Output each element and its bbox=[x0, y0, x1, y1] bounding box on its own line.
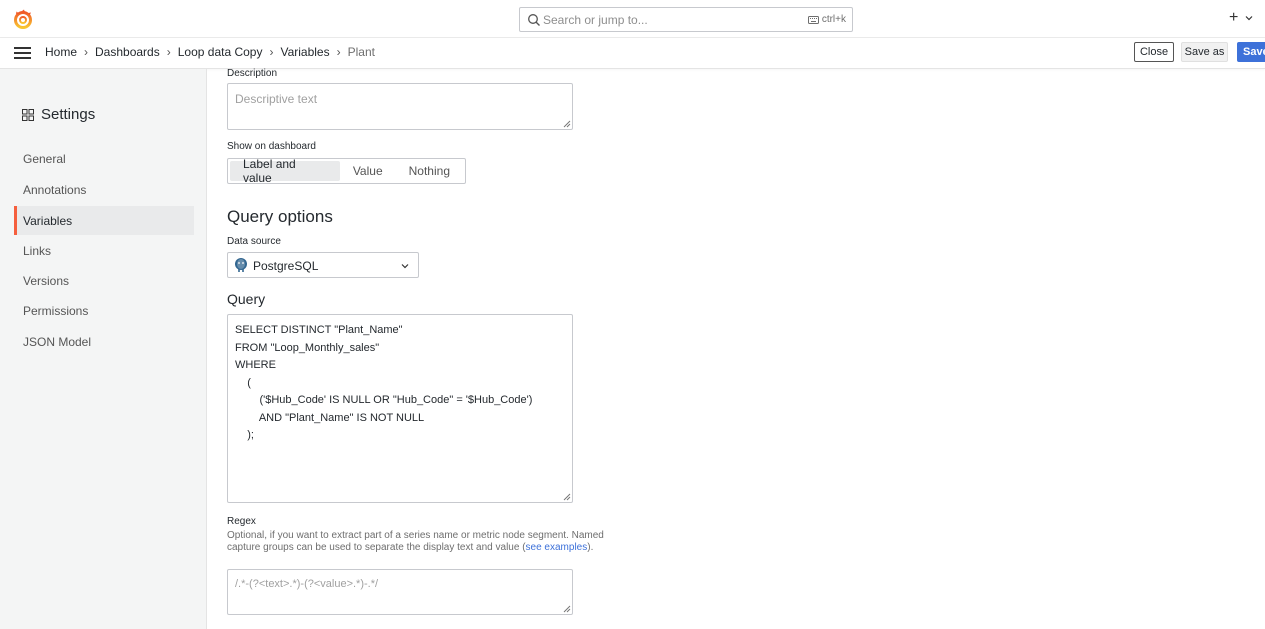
variable-editor: Description Descriptive text Show on das… bbox=[207, 68, 1265, 629]
apps-icon bbox=[22, 108, 34, 121]
data-source-label: Data source bbox=[227, 236, 281, 247]
breadcrumb-separator-icon: › bbox=[269, 45, 274, 59]
breadcrumb-separator-icon: › bbox=[84, 45, 89, 59]
query-options-title: Query options bbox=[227, 207, 333, 226]
option-value[interactable]: Value bbox=[340, 161, 396, 181]
sidebar-item-links[interactable]: Links bbox=[14, 236, 194, 265]
close-button[interactable]: Close bbox=[1134, 42, 1174, 62]
breadcrumb-bar: Home › Dashboards › Loop data Copy › Var… bbox=[0, 38, 1265, 69]
resize-handle-icon[interactable] bbox=[563, 493, 571, 501]
keyboard-icon bbox=[807, 15, 819, 24]
search-placeholder: Search or jump to... bbox=[543, 13, 648, 27]
search-icon bbox=[528, 14, 540, 26]
regex-label: Regex bbox=[227, 516, 256, 527]
regex-placeholder: /.*-(?<text>.*)-(?<value>.*)-.*/ bbox=[235, 578, 379, 590]
new-button[interactable]: + bbox=[1229, 10, 1238, 26]
grafana-logo-icon[interactable] bbox=[13, 9, 33, 29]
search-box[interactable]: Search or jump to... ctrl+k bbox=[519, 7, 853, 32]
query-title: Query bbox=[227, 291, 266, 307]
settings-title: Settings bbox=[22, 106, 95, 123]
settings-sidebar: Settings General Annotations Variables L… bbox=[0, 69, 207, 629]
sidebar-item-general[interactable]: General bbox=[14, 144, 194, 173]
sidebar-item-permissions[interactable]: Permissions bbox=[14, 296, 194, 325]
resize-handle-icon[interactable] bbox=[563, 605, 571, 613]
breadcrumb: Home › Dashboards › Loop data Copy › Var… bbox=[45, 45, 375, 59]
breadcrumb-current: Plant bbox=[347, 45, 375, 59]
description-placeholder: Descriptive text bbox=[235, 92, 318, 106]
regex-input[interactable]: /.*-(?<text>.*)-(?<value>.*)-.*/ bbox=[227, 569, 573, 615]
chevron-down-icon bbox=[401, 264, 409, 269]
see-examples-link[interactable]: see examples bbox=[526, 542, 588, 553]
breadcrumb-dashboards[interactable]: Dashboards bbox=[95, 45, 160, 59]
option-label-and-value[interactable]: Label and value bbox=[230, 157, 340, 185]
query-text: SELECT DISTINCT "Plant_Name" FROM "Loop_… bbox=[235, 324, 533, 441]
breadcrumb-separator-icon: › bbox=[166, 45, 171, 59]
breadcrumb-home[interactable]: Home bbox=[45, 45, 77, 59]
breadcrumb-variables[interactable]: Variables bbox=[280, 45, 329, 59]
save-button[interactable]: Save bbox=[1237, 42, 1265, 62]
sidebar-item-json-model[interactable]: JSON Model bbox=[14, 327, 194, 356]
show-on-dashboard-label: Show on dashboard bbox=[227, 141, 316, 152]
sidebar-item-annotations[interactable]: Annotations bbox=[14, 175, 194, 204]
option-nothing[interactable]: Nothing bbox=[396, 161, 463, 181]
top-bar: Search or jump to... ctrl+k + bbox=[0, 0, 1265, 38]
regex-help-text: Optional, if you want to extract part of… bbox=[227, 530, 604, 553]
data-source-select[interactable]: PostgreSQL bbox=[227, 252, 419, 278]
postgresql-icon bbox=[235, 258, 247, 272]
sidebar-item-variables[interactable]: Variables bbox=[14, 206, 194, 235]
sidebar-item-versions[interactable]: Versions bbox=[14, 266, 194, 295]
chevron-down-icon[interactable] bbox=[1245, 14, 1253, 22]
resize-handle-icon[interactable] bbox=[563, 120, 571, 128]
menu-icon[interactable] bbox=[14, 46, 31, 60]
description-label: Description bbox=[227, 68, 278, 79]
query-editor[interactable]: SELECT DISTINCT "Plant_Name" FROM "Loop_… bbox=[227, 314, 573, 503]
breadcrumb-dashboard[interactable]: Loop data Copy bbox=[178, 45, 263, 59]
description-input[interactable]: Descriptive text bbox=[227, 83, 573, 130]
breadcrumb-separator-icon: › bbox=[336, 45, 341, 59]
save-as-button[interactable]: Save as bbox=[1181, 42, 1228, 62]
search-shortcut: ctrl+k bbox=[807, 14, 846, 25]
data-source-value: PostgreSQL bbox=[253, 259, 319, 273]
show-on-dashboard-radio-group: Label and value Value Nothing bbox=[227, 157, 466, 185]
